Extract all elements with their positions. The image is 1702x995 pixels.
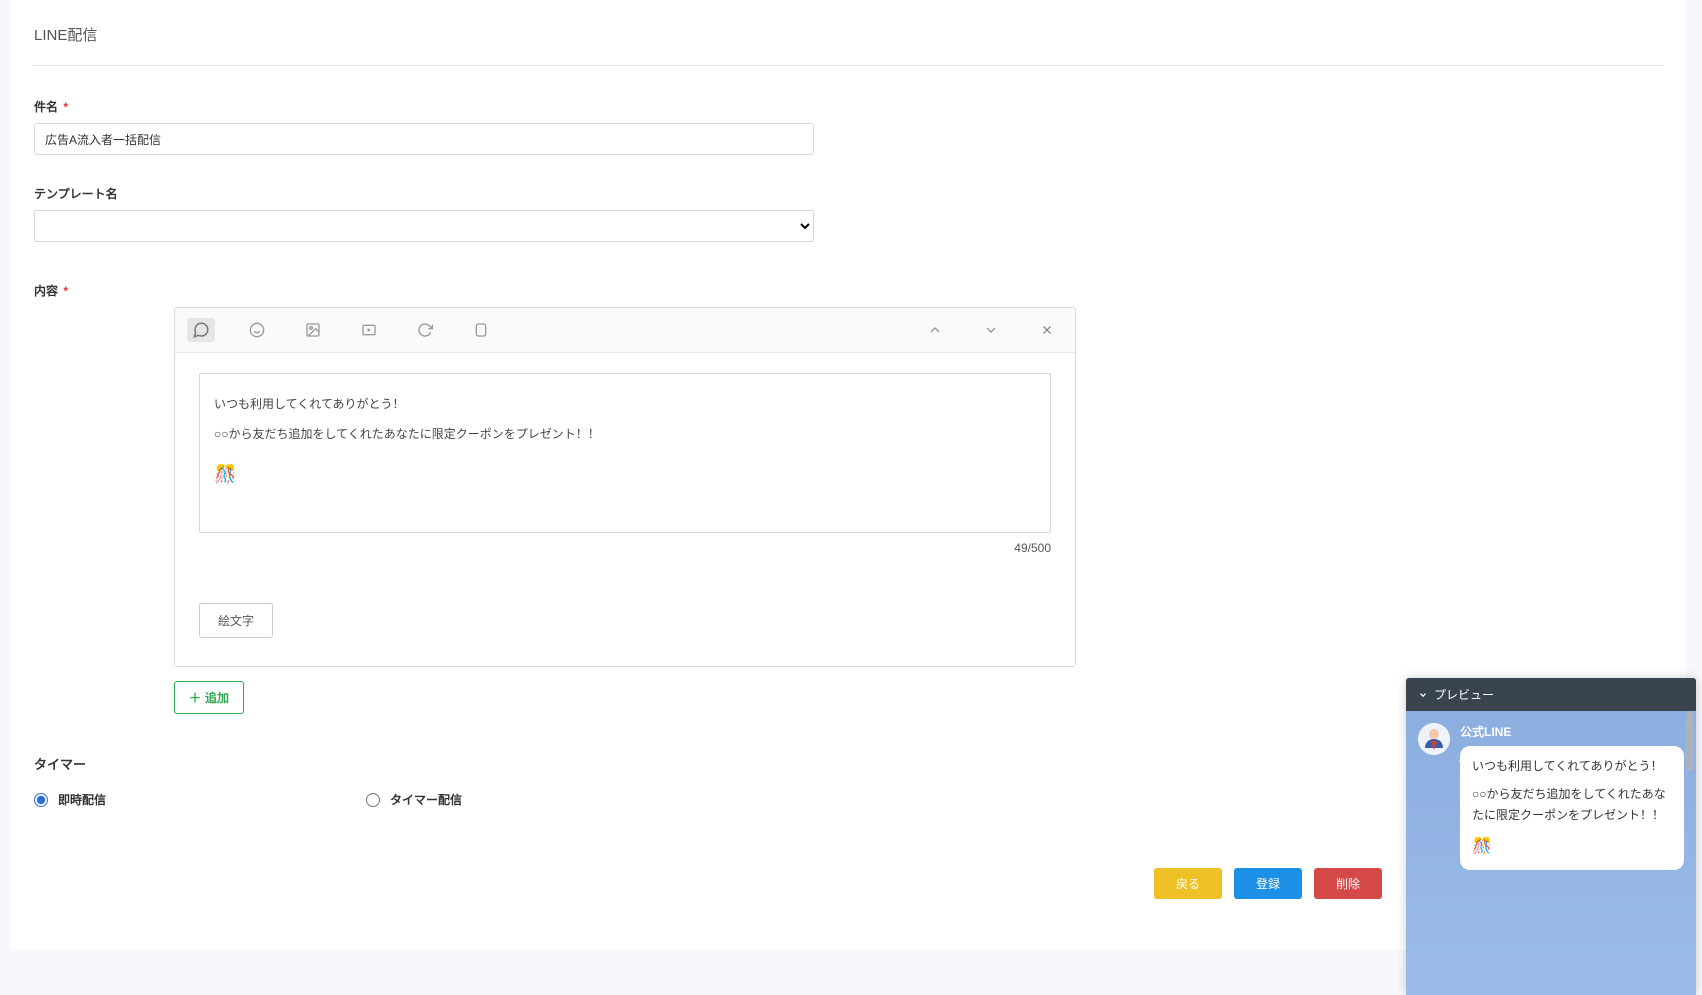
template-row: テンプレート名	[34, 185, 1662, 242]
preview-body: 公式LINE いつも利用してくれてありがとう！ ○○から友だち追加をしてくれたあ…	[1406, 711, 1696, 995]
preview-scrollbar[interactable]	[1686, 711, 1694, 771]
content-row: 内容 *	[34, 282, 1662, 714]
chevron-up-icon[interactable]	[921, 318, 949, 342]
timer-radio-scheduled-label: タイマー配信	[390, 791, 462, 808]
timer-radio-immediate-input[interactable]	[34, 793, 48, 807]
reload-icon[interactable]	[411, 318, 439, 342]
preview-bubble-line-2: ○○から友だち追加をしてくれたあなたに限定クーポンをプレゼント！！	[1472, 784, 1672, 825]
avatar	[1418, 723, 1450, 755]
register-button[interactable]: 登録	[1234, 868, 1302, 899]
subject-required-mark: *	[63, 100, 68, 114]
preview-bubble: いつも利用してくれてありがとう！ ○○から友だち追加をしてくれたあなたに限定クー…	[1460, 746, 1684, 870]
content-block-wrap: いつも利用してくれてありがとう！ ○○から友だち追加をしてくれたあなたに限定クー…	[174, 307, 1662, 667]
add-button[interactable]: ＋ 追加	[174, 681, 244, 714]
timer-radio-immediate-label: 即時配信	[58, 791, 106, 808]
message-textarea[interactable]: いつも利用してくれてありがとう！ ○○から友だち追加をしてくれたあなたに限定クー…	[199, 373, 1051, 533]
add-button-label: 追加	[205, 689, 229, 706]
subject-label: 件名 *	[34, 98, 1662, 115]
template-label: テンプレート名	[34, 185, 1662, 202]
subject-label-text: 件名	[34, 100, 58, 114]
timer-radio-scheduled-input[interactable]	[366, 793, 380, 807]
preview-sender-name: 公式LINE	[1460, 723, 1684, 740]
image-icon[interactable]	[299, 318, 327, 342]
timer-radio-immediate[interactable]: 即時配信	[34, 791, 106, 808]
content-label-text: 内容	[34, 284, 58, 298]
template-select[interactable]	[34, 210, 814, 242]
text-message-icon[interactable]	[187, 318, 215, 342]
emoji-button[interactable]: 絵文字	[199, 603, 273, 638]
chevron-down-icon[interactable]	[977, 318, 1005, 342]
close-icon[interactable]	[1033, 318, 1061, 342]
preview-message-row: 公式LINE いつも利用してくれてありがとう！ ○○から友だち追加をしてくれたあ…	[1418, 723, 1684, 870]
message-line-2: ○○から友だち追加をしてくれたあなたに限定クーポンをプレゼント！！	[214, 422, 1036, 446]
divider	[34, 65, 1662, 66]
preview-bubble-emoji: 🎊	[1472, 838, 1492, 855]
video-icon[interactable]	[355, 318, 383, 342]
preview-sender-col: 公式LINE いつも利用してくれてありがとう！ ○○から友だち追加をしてくれたあ…	[1460, 723, 1684, 870]
card-icon[interactable]	[467, 318, 495, 342]
page-title: LINE配信	[34, 24, 1662, 45]
editor-card: いつも利用してくれてありがとう！ ○○から友だち追加をしてくれたあなたに限定クー…	[174, 307, 1076, 667]
chevron-down-icon	[1418, 690, 1428, 700]
toolbar-left	[187, 318, 495, 342]
plus-icon: ＋	[189, 689, 201, 706]
preview-panel: プレビュー 公式LINE いつも利用してくれてありがとう！ ○○から友だち追加を…	[1406, 678, 1696, 995]
content-required-mark: *	[63, 284, 68, 298]
toolbar-right	[921, 318, 1061, 342]
content-label: 内容 *	[34, 282, 1662, 299]
message-emoji: 🎊	[214, 456, 1036, 492]
preview-title: プレビュー	[1434, 686, 1494, 703]
subject-row: 件名 *	[34, 98, 1662, 155]
editor-toolbar	[175, 308, 1075, 352]
char-count: 49/500	[199, 541, 1051, 555]
timer-radio-scheduled[interactable]: タイマー配信	[366, 791, 462, 808]
preview-header[interactable]: プレビュー	[1406, 678, 1696, 711]
smiley-icon[interactable]	[243, 318, 271, 342]
back-button[interactable]: 戻る	[1154, 868, 1222, 899]
subject-input[interactable]	[34, 123, 814, 155]
editor-body: いつも利用してくれてありがとう！ ○○から友だち追加をしてくれたあなたに限定クー…	[175, 352, 1075, 666]
preview-bubble-line-1: いつも利用してくれてありがとう！	[1472, 756, 1672, 776]
delete-button[interactable]: 削除	[1314, 868, 1382, 899]
message-line-1: いつも利用してくれてありがとう！	[214, 392, 1036, 416]
